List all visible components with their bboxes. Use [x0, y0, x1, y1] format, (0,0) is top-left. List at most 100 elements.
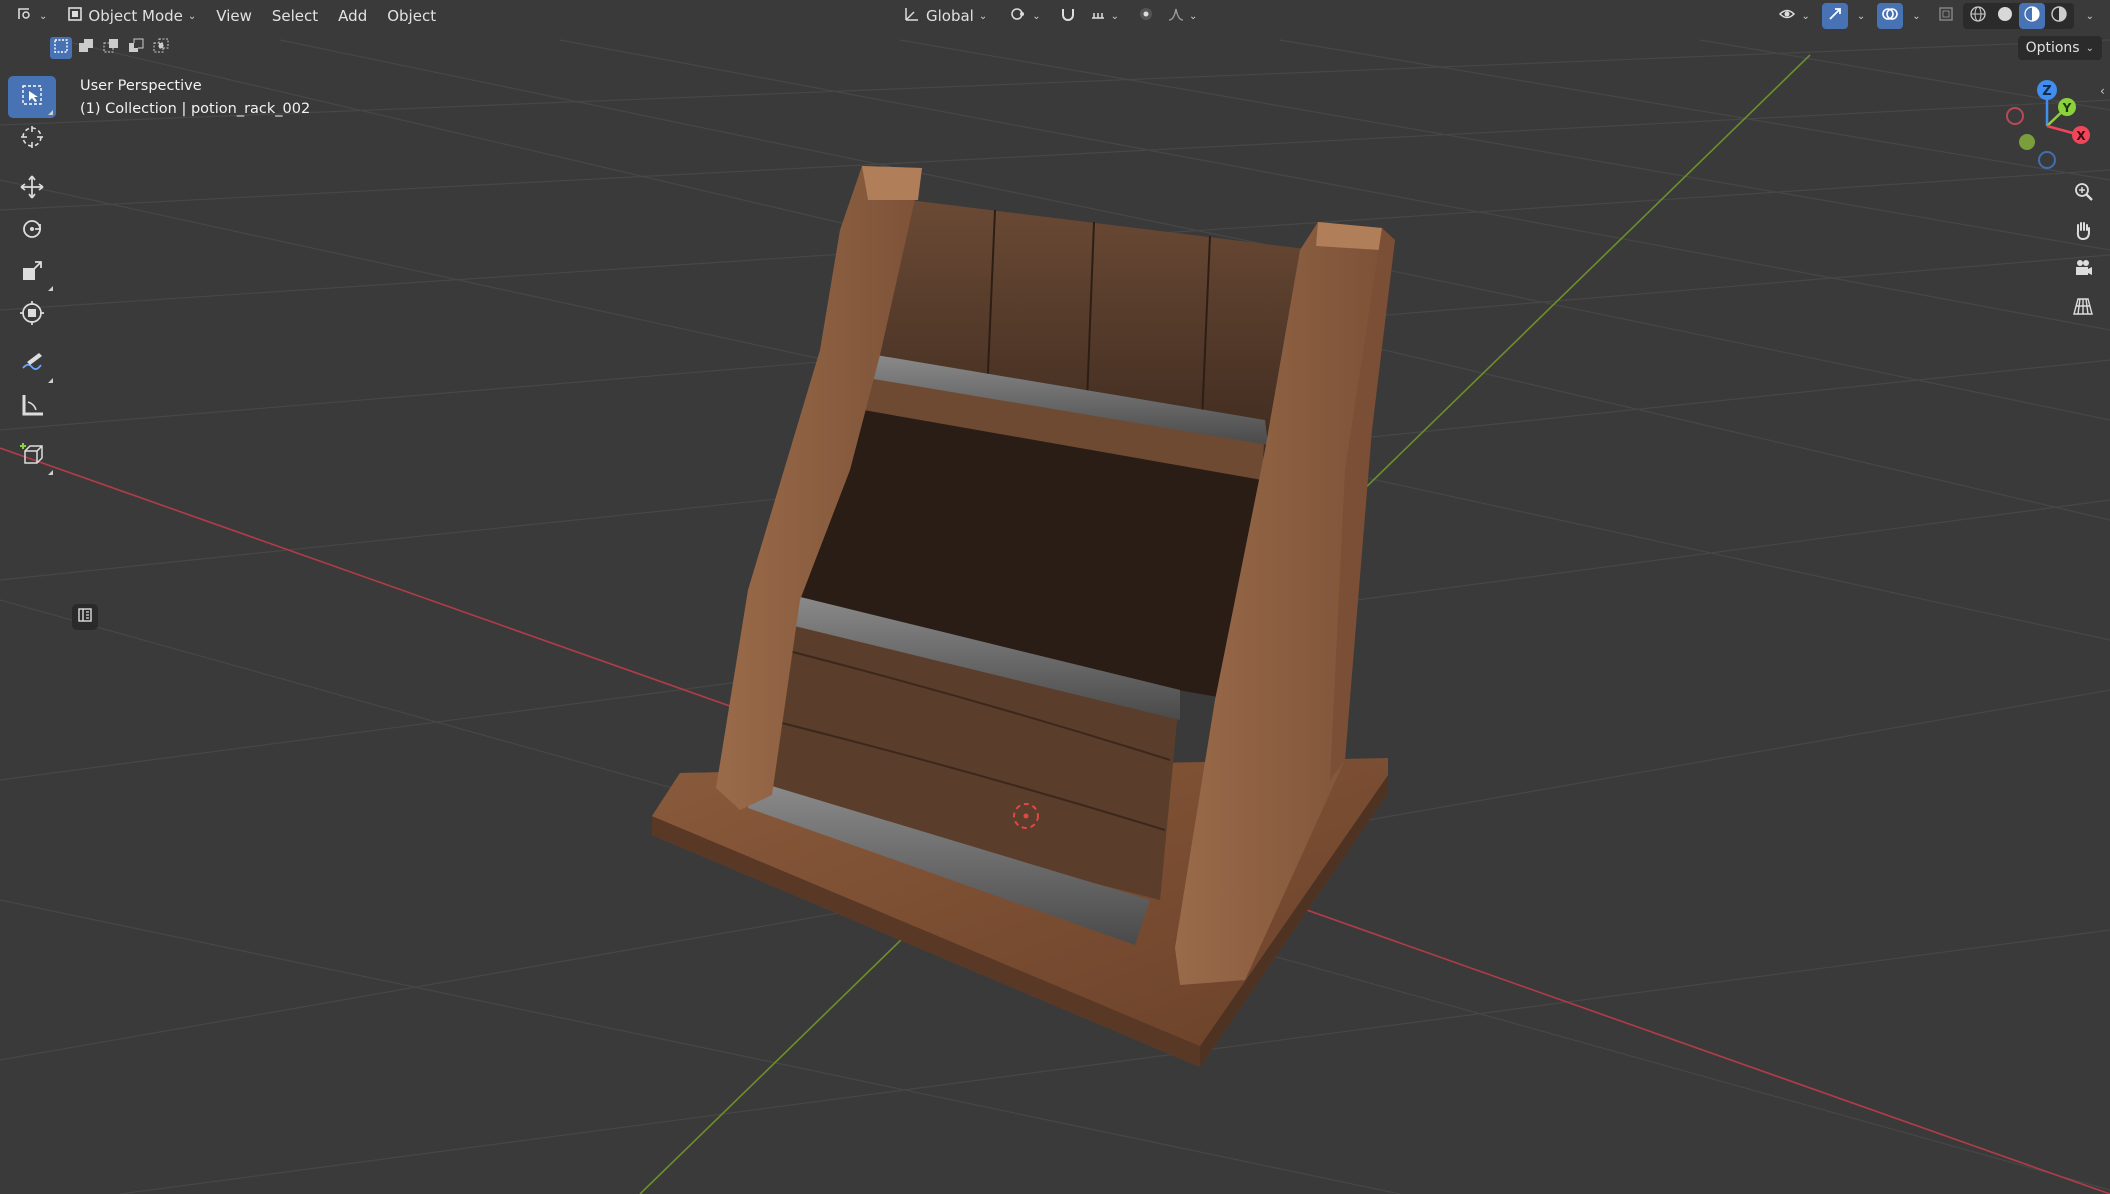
snap-toggle[interactable] [1055, 3, 1081, 29]
asset-shelf-toggle[interactable] [72, 604, 98, 630]
chevron-down-icon: ⌄ [2085, 10, 2094, 22]
select-box-icon [20, 83, 44, 111]
tool-add-cube[interactable] [8, 436, 56, 478]
orientation-label: Global [926, 7, 974, 25]
shading-wireframe-button[interactable] [1965, 3, 1991, 29]
select-intersect-icon [153, 38, 169, 58]
select-difference-icon [128, 38, 144, 58]
gizmo-dropdown[interactable]: ⌄ [1849, 3, 1873, 29]
transform-orientation-dropdown[interactable]: Global ⌄ [895, 3, 995, 29]
pan-button[interactable] [2067, 216, 2099, 248]
select-new-button[interactable] [50, 37, 72, 59]
gizmo-toggle[interactable] [1821, 3, 1848, 29]
chevron-down-icon: ⌄ [1110, 10, 1120, 22]
view-name: User Perspective [80, 78, 202, 94]
gizmo-icon [1826, 5, 1844, 27]
tool-variants-indicator [48, 286, 53, 291]
hand-icon [2072, 219, 2094, 245]
tool-transform[interactable] [8, 294, 56, 336]
tool-move[interactable] [8, 168, 56, 210]
rotate-icon [19, 216, 45, 246]
viewport-scene [0, 39, 2110, 1194]
tool-rotate[interactable] [8, 210, 56, 252]
viewport-info: User Perspective (1) Collection | potion… [80, 75, 310, 121]
tool-variants-indicator [48, 470, 53, 475]
overlays-toggle[interactable] [1877, 3, 1904, 29]
select-difference-button[interactable] [125, 37, 147, 59]
transform-icon [19, 300, 45, 330]
tool-scale[interactable] [8, 252, 56, 294]
xray-toggle[interactable] [1933, 3, 1959, 29]
perspective-toggle-button[interactable] [2067, 292, 2099, 324]
select-intersect-button[interactable] [150, 37, 172, 59]
select-extend-icon [78, 38, 94, 58]
shading-material-button[interactable] [2018, 3, 2045, 29]
chevron-down-icon: ⌄ [1801, 10, 1810, 22]
menu-view[interactable]: View [208, 3, 260, 29]
object-visibility-dropdown[interactable]: ⌄ [1770, 3, 1817, 29]
tool-measure[interactable] [8, 386, 56, 428]
3d-viewport[interactable] [0, 0, 2110, 1194]
tool-variants-indicator [48, 110, 53, 115]
shading-rendered-button[interactable] [2046, 3, 2072, 29]
menu-select[interactable]: Select [264, 3, 326, 29]
navigation-gizmo[interactable]: Z Y X [1995, 76, 2095, 176]
pivot-point-dropdown[interactable]: ⌄ [1001, 3, 1048, 29]
y-axis-label: Y [2062, 101, 2072, 115]
shading-options-dropdown[interactable]: ⌄ [2078, 3, 2102, 29]
tool-cursor[interactable] [8, 118, 56, 160]
snap-increment-icon [1090, 6, 1106, 26]
xray-icon [1938, 6, 1954, 26]
potion-rack-model [652, 166, 1395, 1067]
move-icon [19, 174, 45, 204]
rendered-sphere-icon [2050, 5, 2068, 27]
menu-add[interactable]: Add [330, 3, 375, 29]
annotate-icon [19, 350, 45, 380]
zoom-icon [2072, 181, 2094, 207]
overlays-icon [1881, 5, 1899, 27]
collection-info: (1) Collection | potion_rack_002 [80, 101, 311, 117]
proportional-edit-toggle[interactable] [1133, 3, 1159, 29]
wireframe-sphere-icon [1969, 5, 1987, 27]
neg-x-handle [2006, 107, 2024, 125]
mode-dropdown[interactable]: Object Mode ⌄ [59, 3, 204, 29]
eye-icon [1778, 5, 1796, 27]
material-sphere-icon [2023, 5, 2041, 27]
overlays-dropdown[interactable]: ⌄ [1904, 3, 1928, 29]
grid-perspective-icon [2072, 295, 2094, 321]
scale-icon [19, 258, 45, 288]
select-subtract-button[interactable] [100, 37, 122, 59]
snap-target-dropdown[interactable]: ⌄ [1082, 3, 1127, 29]
proportional-edit-icon [1137, 5, 1155, 27]
select-extend-button[interactable] [75, 37, 97, 59]
editor-type-button[interactable]: ⌄ [8, 3, 55, 29]
orientation-icon [903, 5, 921, 27]
chevron-down-icon: ⌄ [1032, 10, 1041, 22]
options-label: Options [2025, 40, 2080, 56]
viewport-header: ⌄ Object Mode ⌄ View Select Add Object G… [0, 0, 2110, 32]
falloff-dropdown[interactable]: ⌄ [1160, 3, 1205, 29]
neg-z-handle [2038, 151, 2056, 169]
cursor-icon [19, 124, 45, 154]
object-mode-icon [67, 6, 83, 26]
mode-label: Object Mode [88, 7, 183, 25]
editor-type-icon [16, 5, 34, 27]
tool-select-box[interactable] [8, 76, 56, 118]
tool-annotate[interactable] [8, 344, 56, 386]
menu-object[interactable]: Object [379, 3, 444, 29]
select-new-icon [53, 38, 69, 58]
shading-solid-button[interactable] [1992, 3, 2018, 29]
sidebar-toggle-arrow-icon[interactable]: ‹ [2100, 84, 2105, 98]
selection-mode-group [50, 37, 172, 59]
solid-sphere-icon [1996, 5, 2014, 27]
options-dropdown[interactable]: Options ⌄ [2017, 36, 2102, 60]
zoom-button[interactable] [2067, 178, 2099, 210]
camera-view-button[interactable] [2067, 254, 2099, 286]
x-axis-label: X [2076, 129, 2086, 143]
shelf-icon [77, 607, 93, 627]
chevron-down-icon: ⌄ [1189, 10, 1198, 22]
tool-shelf [8, 76, 56, 478]
tool-variants-indicator [48, 378, 53, 383]
chevron-down-icon: ⌄ [39, 10, 48, 22]
chevron-down-icon: ⌄ [1912, 10, 1921, 22]
